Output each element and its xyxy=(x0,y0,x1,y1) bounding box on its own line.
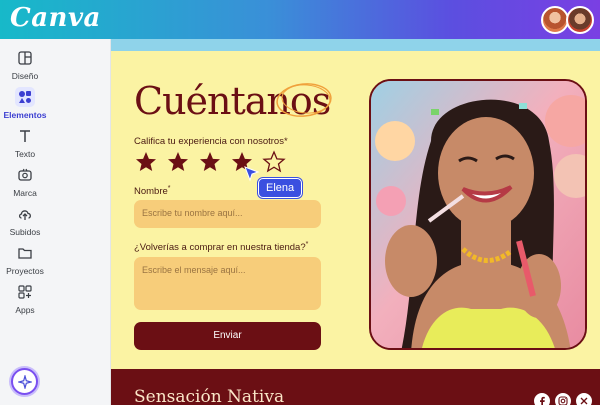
sidebar-item-label: Subidos xyxy=(9,227,41,237)
apps-icon xyxy=(15,282,35,302)
sidebar-item-label: Texto xyxy=(14,149,36,159)
star-filled-icon[interactable] xyxy=(166,150,190,174)
facebook-icon[interactable] xyxy=(534,393,550,405)
cloud-upload-icon xyxy=(15,204,35,224)
brand-icon xyxy=(15,165,35,185)
sidebar-item-label: Apps xyxy=(15,305,35,315)
sidebar-item-design[interactable]: Diseño xyxy=(0,48,50,81)
collaborator-cursor-icon xyxy=(244,166,260,182)
message-textarea[interactable]: Escribe el mensaje aquí... xyxy=(134,257,321,310)
sidebar-item-label: Diseño xyxy=(11,71,39,81)
sidebar-item-label: Elementos xyxy=(3,110,47,120)
collaborator-avatars xyxy=(541,6,594,34)
canva-logo[interactable]: Canva xyxy=(10,3,101,33)
instagram-icon[interactable] xyxy=(555,393,571,405)
question-label-text: ¿Volverías a comprar en nuestra tienda? xyxy=(134,242,306,254)
sidebar-item-elements[interactable]: Elementos xyxy=(0,87,50,120)
brand-name[interactable]: Sensación Nativa xyxy=(134,387,284,405)
sidebar-item-brand[interactable]: Marca xyxy=(0,165,50,198)
layout-icon xyxy=(15,48,35,68)
sidebar-item-label: Marca xyxy=(13,188,37,198)
star-rating[interactable] xyxy=(134,150,294,174)
sidebar-item-uploads[interactable]: Subidos xyxy=(0,204,50,237)
canvas-top-strip xyxy=(111,39,600,51)
sidebar: Diseño Elementos Texto Marca Subidos Pro… xyxy=(0,39,111,405)
collaborator-name-tag: Elena xyxy=(258,178,303,198)
star-empty-icon[interactable] xyxy=(262,150,286,174)
heading-scribble-decoration xyxy=(276,83,332,117)
star-filled-icon[interactable] xyxy=(198,150,222,174)
name-input-placeholder: Escribe tu nombre aquí... xyxy=(142,208,243,218)
model-photo[interactable] xyxy=(369,79,587,350)
star-filled-icon[interactable] xyxy=(134,150,158,174)
sidebar-item-text[interactable]: Texto xyxy=(0,126,50,159)
text-icon xyxy=(15,126,35,146)
name-field-label[interactable]: Nombre* xyxy=(134,185,171,197)
magic-assistant-button[interactable] xyxy=(11,368,38,395)
social-icons xyxy=(529,393,592,405)
sparkle-icon xyxy=(18,375,32,389)
sidebar-item-apps[interactable]: Apps xyxy=(0,282,50,315)
sidebar-item-projects[interactable]: Proyectos xyxy=(0,243,50,276)
design-canvas[interactable]: Cuéntanos Califica tu experiencia con no… xyxy=(111,39,600,405)
x-icon[interactable] xyxy=(576,393,592,405)
rating-label[interactable]: Califica tu experiencia con nosotros* xyxy=(134,136,288,147)
message-input-placeholder: Escribe el mensaje aquí... xyxy=(142,265,246,275)
top-bar: Canva xyxy=(0,0,600,39)
name-label-text: Nombre xyxy=(134,186,168,198)
brand-footer[interactable]: Sensación Nativa xyxy=(111,369,600,405)
folder-icon xyxy=(15,243,35,263)
required-marker: * xyxy=(167,185,171,192)
submit-button[interactable]: Enviar xyxy=(134,322,321,350)
avatar[interactable] xyxy=(566,6,594,34)
shapes-icon xyxy=(15,87,35,107)
model-photo-illustration xyxy=(371,81,585,348)
question-field-label[interactable]: ¿Volverías a comprar en nuestra tienda?* xyxy=(134,241,308,253)
avatar[interactable] xyxy=(541,6,569,34)
sidebar-item-label: Proyectos xyxy=(6,266,44,276)
required-marker: * xyxy=(305,241,309,248)
name-input[interactable]: Escribe tu nombre aquí... xyxy=(134,200,321,228)
